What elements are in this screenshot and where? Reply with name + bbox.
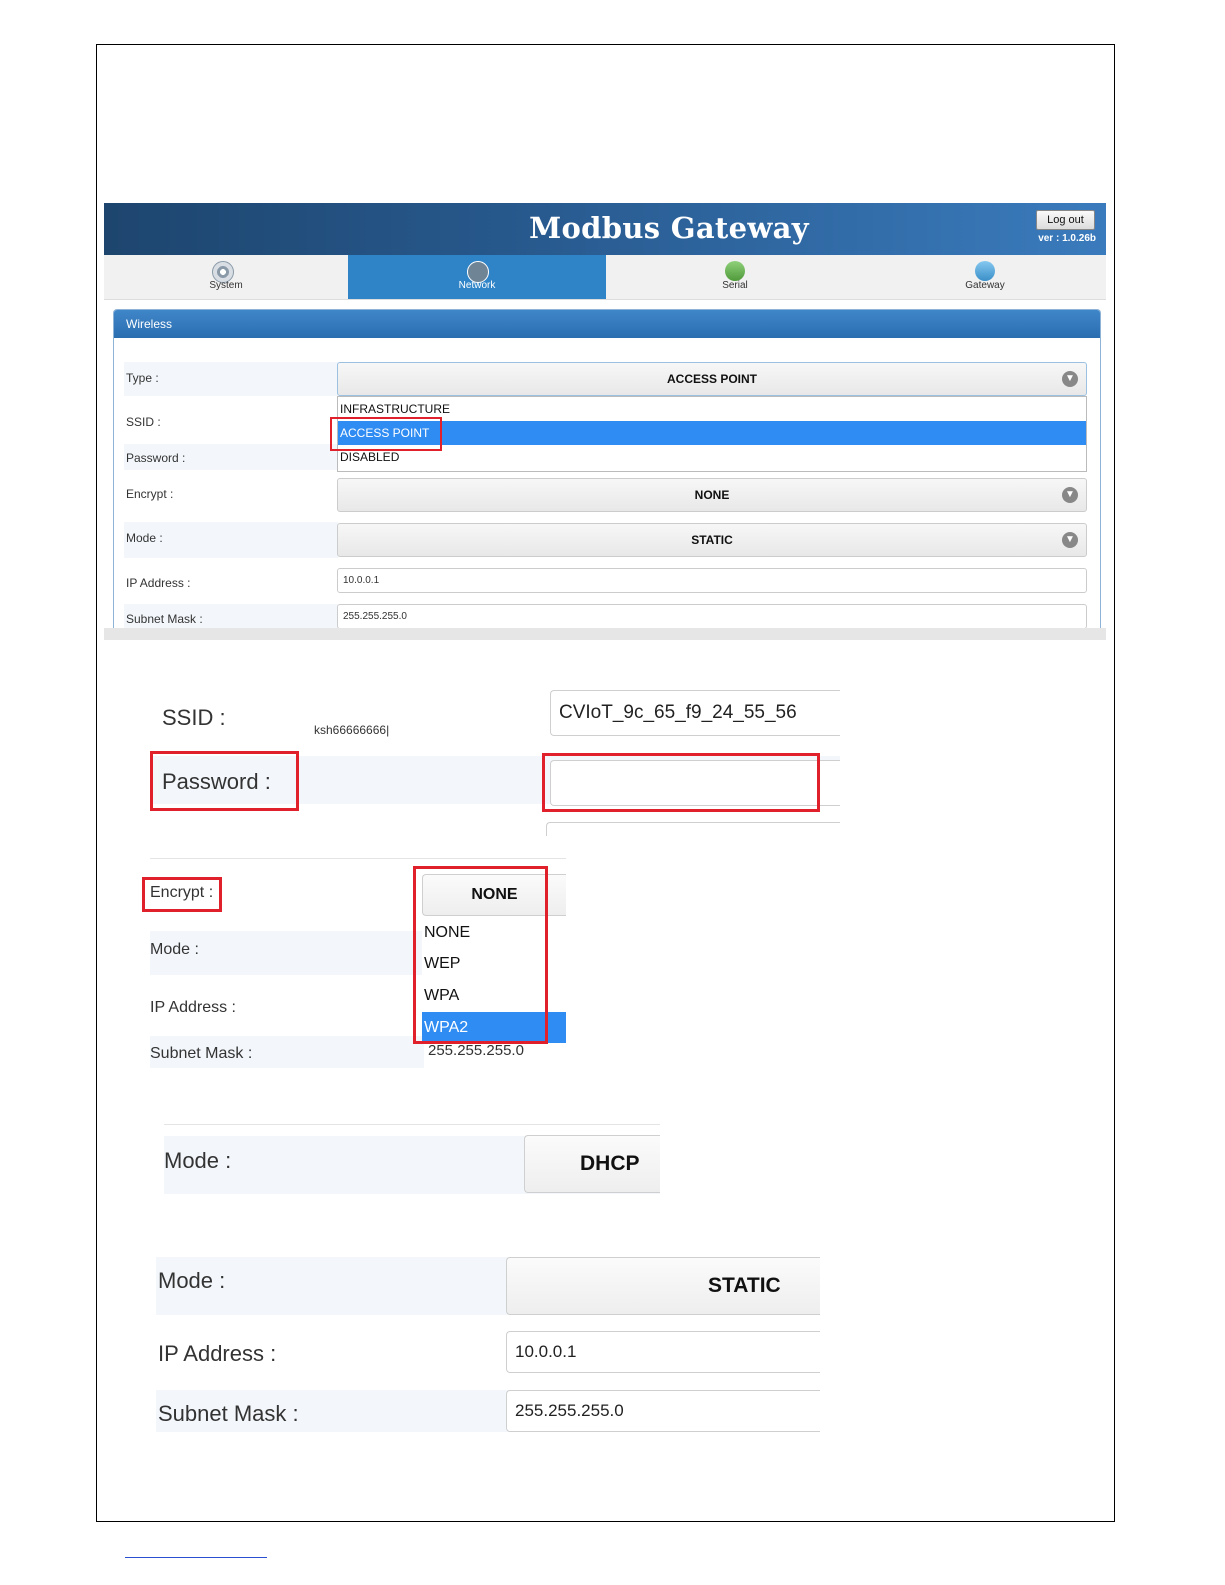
mode-select-value: STATIC bbox=[708, 1274, 781, 1297]
tab-label: Network bbox=[458, 280, 496, 291]
subnet-mask-label: Subnet Mask : bbox=[126, 612, 203, 626]
tab-network[interactable]: Network bbox=[348, 255, 606, 299]
divider bbox=[150, 858, 566, 859]
subnet-mask-input[interactable]: 255.255.255.0 bbox=[506, 1390, 820, 1432]
mode-select[interactable]: STATIC ▼ bbox=[337, 523, 1087, 557]
mode-static-crop: Mode : STATIC IP Address : 10.0.0.1 Subn… bbox=[156, 1254, 820, 1434]
ssid-label: SSID : bbox=[162, 705, 226, 730]
type-option-access-point[interactable]: ACCESS POINT bbox=[338, 421, 1086, 445]
tab-label: Serial bbox=[722, 280, 748, 291]
tab-label: Gateway bbox=[965, 280, 1005, 291]
tab-system[interactable]: System bbox=[104, 255, 348, 299]
tab-label: System bbox=[209, 280, 243, 291]
highlight-box bbox=[330, 417, 442, 451]
version-label: ver : 1.0.26b bbox=[1038, 233, 1096, 244]
subnet-mask-label: Subnet Mask : bbox=[158, 1401, 299, 1426]
app-title: Modbus Gateway bbox=[529, 211, 809, 245]
mode-select[interactable]: DHCP bbox=[524, 1135, 660, 1193]
subnet-mask-value: 255.255.255.0 bbox=[428, 1042, 524, 1059]
mode-label: Mode : bbox=[126, 531, 163, 545]
ssid-label: SSID : bbox=[126, 415, 161, 429]
footer-link-underline bbox=[125, 1557, 267, 1558]
highlight-box bbox=[542, 753, 820, 812]
subnet-mask-label: Subnet Mask : bbox=[150, 1045, 253, 1062]
ssid-input[interactable]: CVIoT_9c_65_f9_24_55_56 bbox=[550, 690, 840, 736]
main-tabs: System Network Serial Gateway bbox=[104, 255, 1106, 300]
gateway-screenshot: Modbus Gateway Log out ver : 1.0.26b Sys… bbox=[104, 203, 1106, 640]
type-label: Type : bbox=[126, 371, 159, 385]
mode-label: Mode : bbox=[150, 941, 199, 958]
encrypt-select[interactable]: NONE ▼ bbox=[337, 478, 1087, 512]
wireless-panel: Wireless Type : ACCESS POINT ▼ SSID : Pa… bbox=[113, 309, 1101, 640]
ip-address-label: IP Address : bbox=[158, 1341, 277, 1366]
encrypt-crop: Encrypt : NONE Mode : IP Address : Subne… bbox=[140, 858, 566, 1070]
ip-address-input[interactable]: 10.0.0.1 bbox=[337, 568, 1087, 593]
next-field-input[interactable] bbox=[546, 822, 840, 836]
highlight-box bbox=[150, 751, 299, 811]
ip-address-label: IP Address : bbox=[126, 576, 191, 590]
panel-title: Wireless bbox=[114, 310, 1100, 338]
ip-address-input[interactable]: 10.0.0.1 bbox=[506, 1331, 820, 1373]
type-select-value: ACCESS POINT bbox=[666, 372, 757, 386]
serial-icon bbox=[725, 261, 745, 281]
divider bbox=[164, 1124, 660, 1125]
chevron-down-icon: ▼ bbox=[1062, 371, 1078, 387]
type-dropdown: INFRASTRUCTURE ACCESS POINT DISABLED bbox=[337, 396, 1087, 472]
highlight-box bbox=[142, 877, 222, 912]
tab-serial[interactable]: Serial bbox=[606, 255, 864, 299]
app-header: Modbus Gateway Log out ver : 1.0.26b bbox=[104, 203, 1106, 255]
logout-button[interactable]: Log out bbox=[1036, 210, 1095, 230]
encrypt-label: Encrypt : bbox=[126, 487, 174, 501]
ssid-password-crop: SSID : ksh66666666| CVIoT_9c_65_f9_24_55… bbox=[150, 676, 840, 836]
mode-dhcp-crop: Mode : DHCP bbox=[164, 1124, 660, 1196]
mode-select-value: DHCP bbox=[580, 1152, 640, 1175]
subnet-mask-input[interactable]: 255.255.255.0 bbox=[337, 604, 1087, 629]
highlight-box bbox=[413, 866, 548, 1044]
mode-select-value: STATIC bbox=[691, 533, 733, 547]
tab-gateway[interactable]: Gateway bbox=[864, 255, 1106, 299]
ip-address-label: IP Address : bbox=[150, 999, 236, 1016]
mode-label: Mode : bbox=[158, 1268, 226, 1293]
ssid-note: ksh66666666| bbox=[314, 723, 390, 737]
mode-label: Mode : bbox=[164, 1148, 232, 1173]
gateway-icon bbox=[975, 261, 995, 281]
chevron-down-icon: ▼ bbox=[1062, 487, 1078, 503]
type-option-disabled[interactable]: DISABLED bbox=[338, 445, 1086, 469]
type-option-infrastructure[interactable]: INFRASTRUCTURE bbox=[338, 397, 1086, 421]
mode-select[interactable]: STATIC bbox=[506, 1257, 820, 1315]
bottom-strip bbox=[104, 628, 1106, 640]
chevron-down-icon: ▼ bbox=[1062, 532, 1078, 548]
password-label: Password : bbox=[126, 451, 186, 465]
encrypt-select-value: NONE bbox=[694, 488, 730, 502]
type-select[interactable]: ACCESS POINT ▼ bbox=[337, 362, 1087, 396]
